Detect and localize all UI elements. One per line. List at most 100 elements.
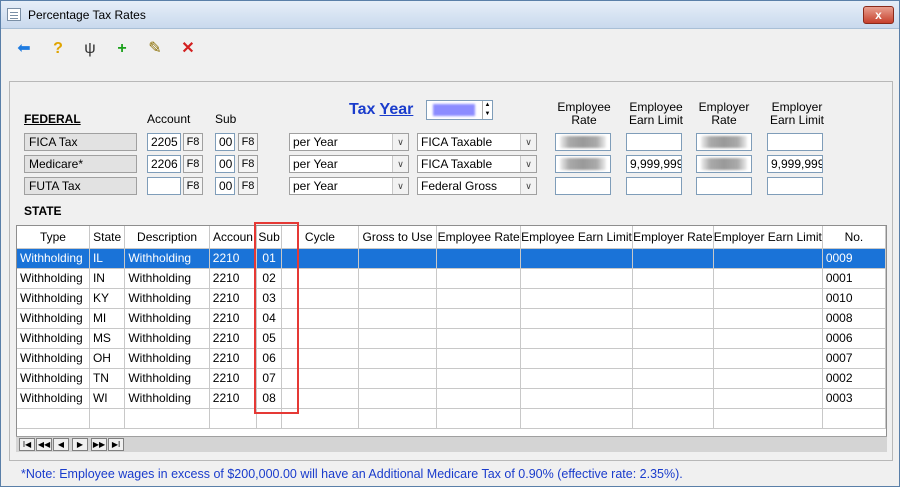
column-header-account[interactable]: Accoun — [209, 226, 258, 249]
cell-empty[interactable] — [822, 408, 886, 429]
table-row[interactable]: Withholding MS Withholding 2210 05 0006 — [17, 328, 886, 349]
column-header-description[interactable]: Description — [124, 226, 210, 249]
cell-empty[interactable] — [436, 408, 522, 429]
cell-no[interactable]: 0010 — [822, 288, 886, 309]
cell-gross[interactable] — [358, 288, 438, 309]
employee-earn-limit-field[interactable]: 9,999,999 — [626, 155, 682, 173]
table-row[interactable]: Withholding MI Withholding 2210 04 0008 — [17, 308, 886, 329]
cell-state[interactable]: IN — [89, 268, 126, 289]
cell-account[interactable]: 2210 — [209, 368, 258, 389]
chevron-down-icon[interactable]: ∨ — [520, 156, 536, 172]
add-record-icon[interactable]: + — [111, 38, 133, 60]
cell-employer-limit[interactable] — [713, 288, 823, 309]
last-record-icon[interactable]: ▶I — [108, 438, 124, 451]
cell-employer-limit[interactable] — [713, 348, 823, 369]
cell-cycle[interactable] — [281, 268, 359, 289]
tool-icon[interactable]: ψ — [79, 38, 101, 60]
cell-sub[interactable]: 05 — [256, 328, 282, 349]
sub-lookup-button[interactable]: F8 — [238, 177, 258, 195]
cell-state[interactable]: KY — [89, 288, 126, 309]
cell-gross[interactable] — [358, 268, 438, 289]
cell-employer-limit[interactable] — [713, 388, 823, 409]
cell-employer-rate[interactable] — [632, 288, 714, 309]
cell-gross[interactable] — [358, 308, 438, 329]
cell-sub[interactable]: 08 — [256, 388, 282, 409]
previous-page-icon[interactable]: ◀◀ — [36, 438, 52, 451]
federal-cycle-select[interactable]: per Year ∨ — [289, 177, 409, 195]
close-button[interactable]: x — [863, 6, 894, 24]
cell-state[interactable]: MS — [89, 328, 126, 349]
next-page-icon[interactable]: ▶▶ — [91, 438, 107, 451]
cell-employer-rate[interactable] — [632, 248, 714, 269]
cell-employer-rate[interactable] — [632, 328, 714, 349]
cell-no[interactable]: 0003 — [822, 388, 886, 409]
federal-sub-field[interactable]: 00 — [215, 155, 235, 173]
cell-state[interactable]: TN — [89, 368, 126, 389]
next-record-icon[interactable]: ▶ — [72, 438, 88, 451]
cell-account[interactable]: 2210 — [209, 308, 258, 329]
cell-type[interactable]: Withholding — [17, 348, 90, 369]
table-row[interactable]: Withholding IL Withholding 2210 01 0009 — [17, 248, 886, 269]
cell-description[interactable]: Withholding — [124, 348, 210, 369]
cell-gross[interactable] — [358, 328, 438, 349]
cell-type[interactable]: Withholding — [17, 388, 90, 409]
cell-employer-rate[interactable] — [632, 368, 714, 389]
column-header-employee-earn-limit[interactable]: Employee Earn Limit — [520, 226, 633, 249]
employer-earn-limit-field[interactable]: 9,999,999 — [767, 155, 823, 173]
cell-employee-rate[interactable] — [436, 388, 522, 409]
cell-description[interactable]: Withholding — [124, 388, 210, 409]
cell-empty[interactable] — [358, 408, 438, 429]
cell-employee-rate[interactable] — [436, 308, 522, 329]
cell-description[interactable]: Withholding — [124, 328, 210, 349]
cell-type[interactable]: Withholding — [17, 268, 90, 289]
cell-empty[interactable] — [124, 408, 210, 429]
cell-employee-limit[interactable] — [520, 288, 633, 309]
column-header-no[interactable]: No. — [822, 226, 886, 249]
column-header-type[interactable]: Type — [17, 226, 90, 249]
chevron-down-icon[interactable]: ∨ — [392, 134, 408, 150]
cell-employee-limit[interactable] — [520, 388, 633, 409]
column-header-employee-rate[interactable]: Employee Rate — [436, 226, 522, 249]
cell-empty[interactable] — [256, 408, 282, 429]
cell-employee-rate[interactable] — [436, 368, 522, 389]
cell-sub[interactable]: 07 — [256, 368, 282, 389]
column-header-employer-earn-limit[interactable]: Employer Earn Limit — [713, 226, 823, 249]
employee-earn-limit-field[interactable] — [626, 133, 682, 151]
delete-record-icon[interactable]: ✕ — [177, 38, 199, 60]
column-header-gross-to-use[interactable]: Gross to Use — [358, 226, 438, 249]
back-arrow-icon[interactable]: ⬅ — [13, 38, 35, 60]
employer-earn-limit-field[interactable] — [767, 133, 823, 151]
employee-rate-field[interactable] — [555, 133, 611, 151]
previous-record-icon[interactable]: ◀ — [53, 438, 69, 451]
cell-employer-limit[interactable] — [713, 248, 823, 269]
tax-year-spinner[interactable]: ▲ ▼ — [426, 100, 493, 120]
cell-empty[interactable] — [89, 408, 126, 429]
table-row[interactable]: Withholding IN Withholding 2210 02 0001 — [17, 268, 886, 289]
cell-employee-rate[interactable] — [436, 248, 522, 269]
cell-sub[interactable]: 02 — [256, 268, 282, 289]
help-icon[interactable]: ? — [47, 38, 69, 60]
cell-cycle[interactable] — [281, 368, 359, 389]
cell-employer-rate[interactable] — [632, 268, 714, 289]
cell-employee-rate[interactable] — [436, 328, 522, 349]
cell-sub[interactable]: 06 — [256, 348, 282, 369]
cell-empty[interactable] — [209, 408, 258, 429]
cell-no[interactable]: 0009 — [822, 248, 886, 269]
federal-cycle-select[interactable]: per Year ∨ — [289, 155, 409, 173]
cell-employer-limit[interactable] — [713, 368, 823, 389]
federal-account-field[interactable]: 2206 — [147, 155, 181, 173]
state-grid[interactable]: Type State Description Accoun Sub Cycle … — [16, 225, 887, 452]
cell-employee-limit[interactable] — [520, 268, 633, 289]
table-row[interactable]: Withholding OH Withholding 2210 06 0007 — [17, 348, 886, 369]
cell-description[interactable]: Withholding — [124, 368, 210, 389]
cell-gross[interactable] — [358, 388, 438, 409]
cell-cycle[interactable] — [281, 308, 359, 329]
chevron-down-icon[interactable]: ∨ — [392, 156, 408, 172]
chevron-down-icon[interactable]: ∨ — [392, 178, 408, 194]
cell-cycle[interactable] — [281, 288, 359, 309]
cell-account[interactable]: 2210 — [209, 348, 258, 369]
cell-employer-rate[interactable] — [632, 348, 714, 369]
first-record-icon[interactable]: I◀ — [19, 438, 35, 451]
cell-employer-rate[interactable] — [632, 388, 714, 409]
cell-sub[interactable]: 04 — [256, 308, 282, 329]
